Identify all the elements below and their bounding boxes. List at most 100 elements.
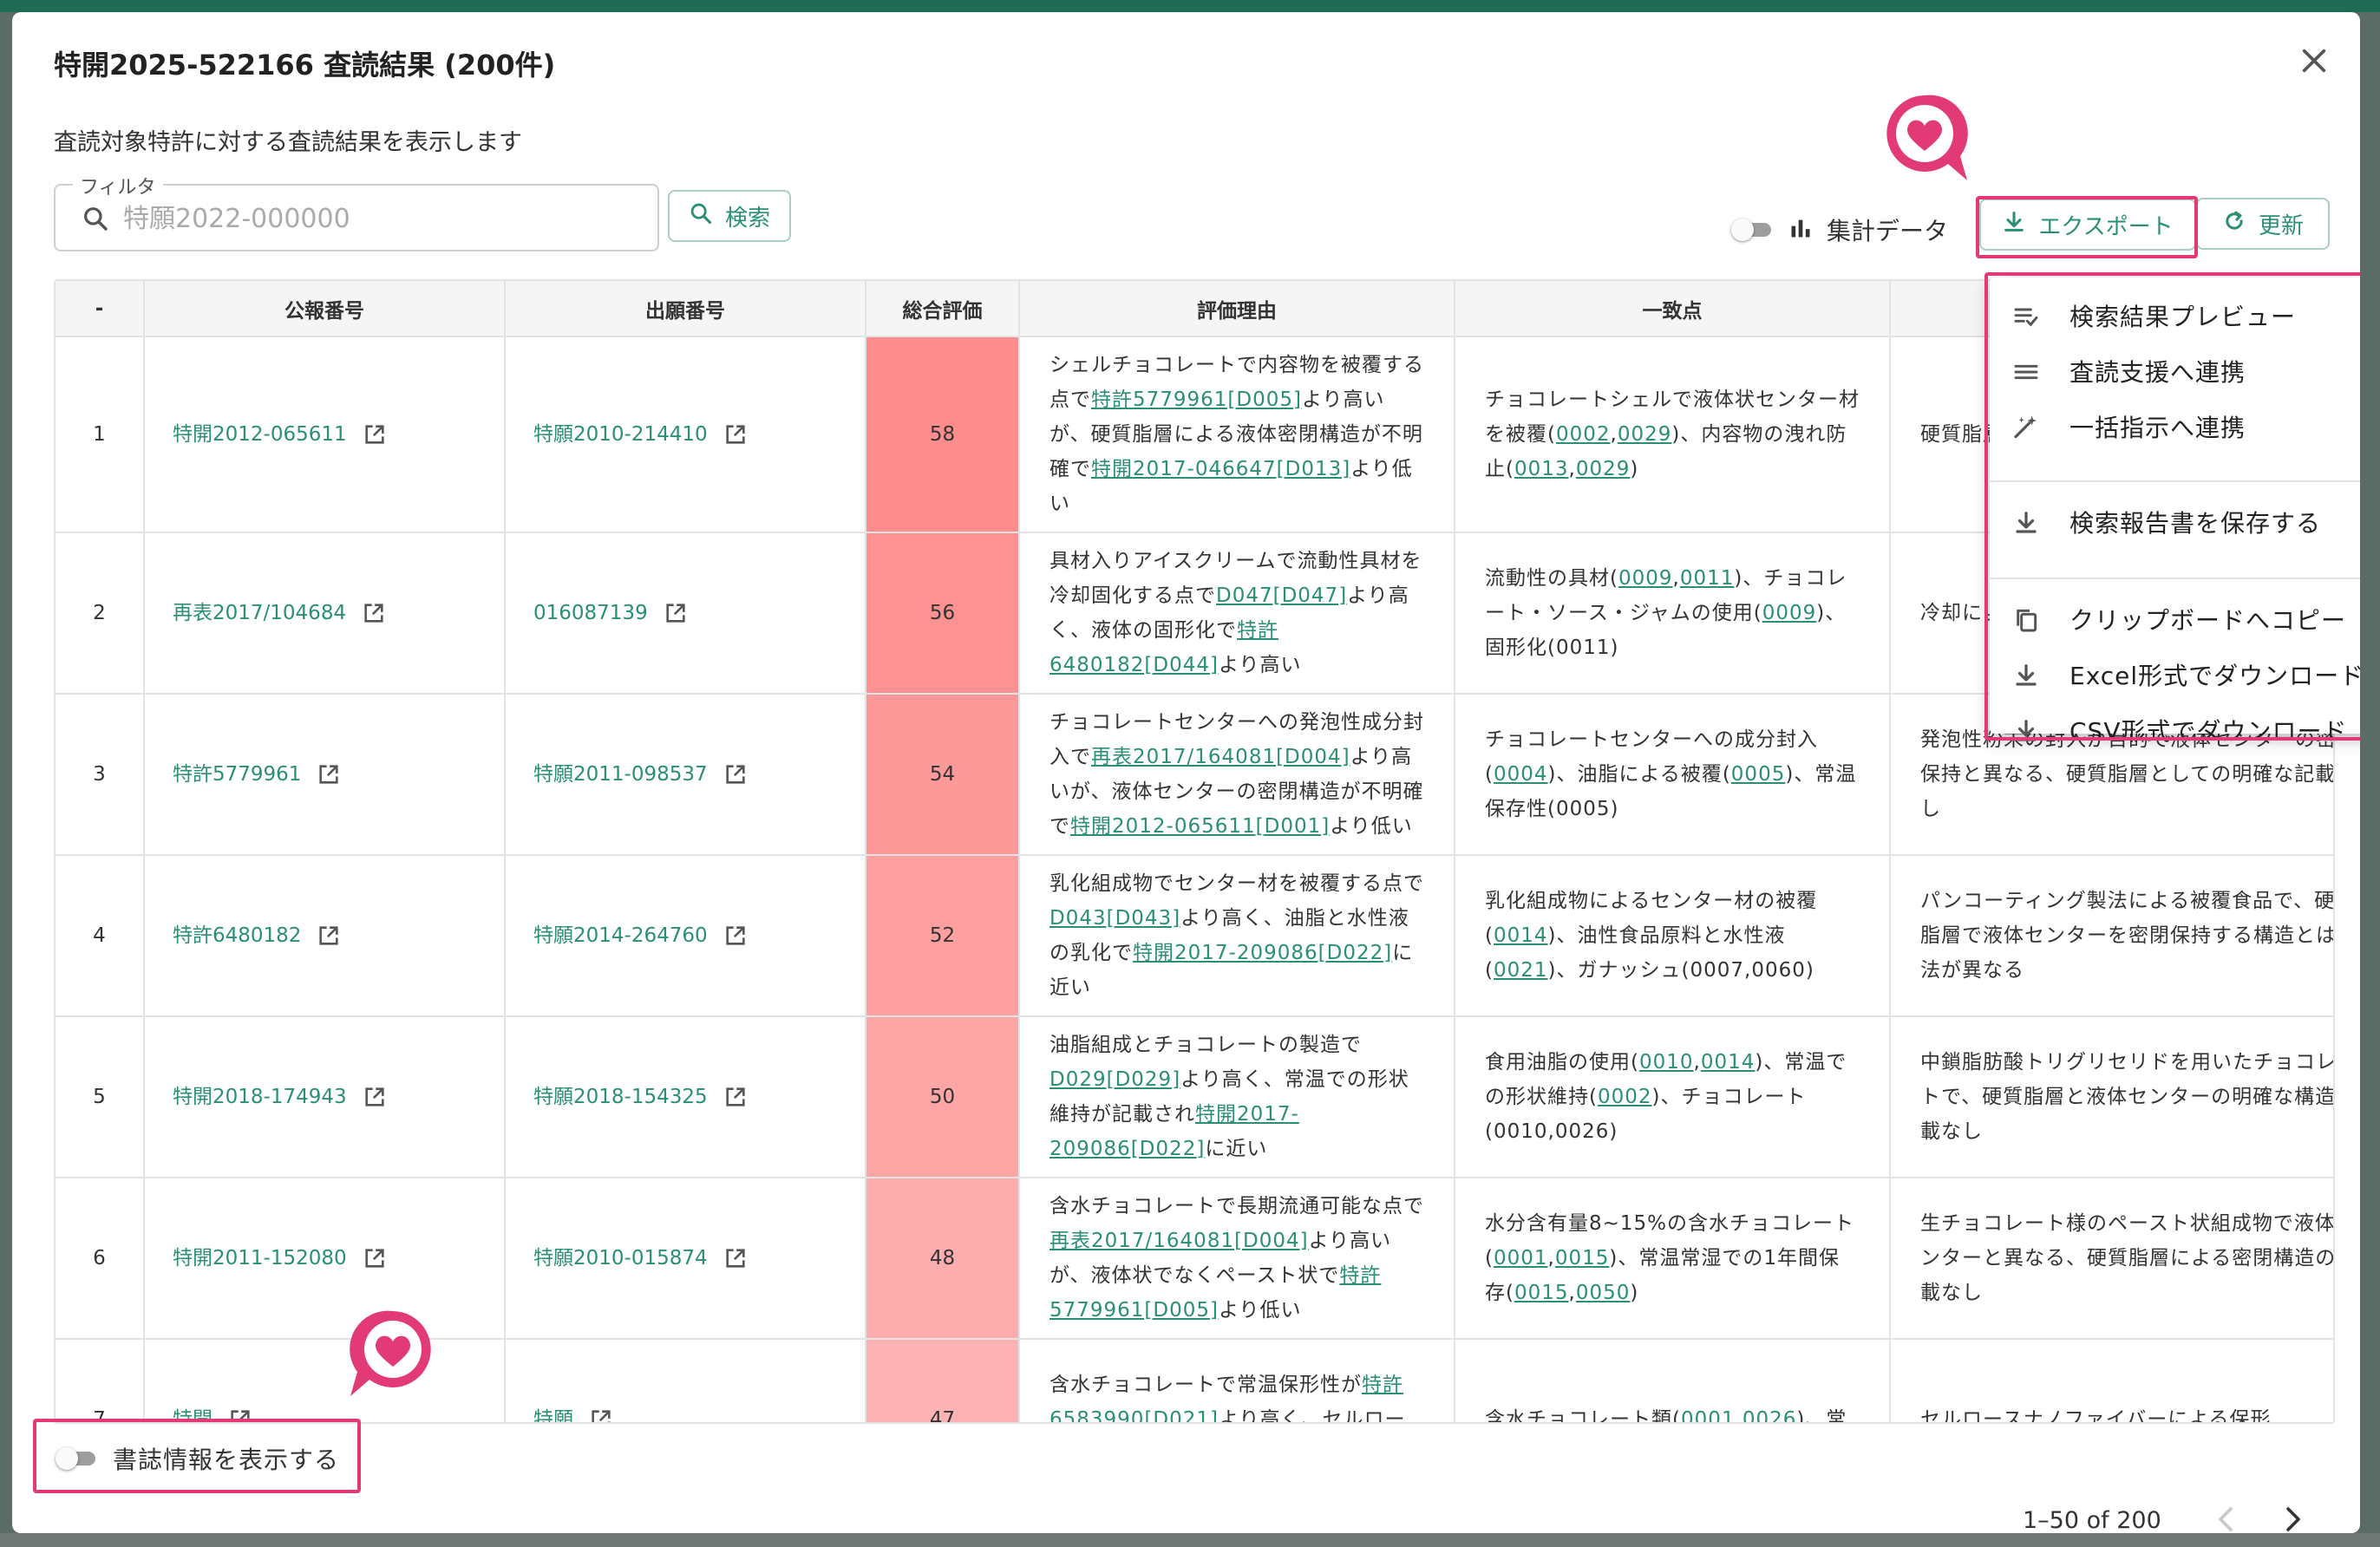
score-cell: 52 xyxy=(866,855,1020,1017)
row-index: 4 xyxy=(56,855,145,1017)
pub-number-link[interactable]: 特開 xyxy=(173,1402,252,1422)
reason-ref-link[interactable]: 特許5779961[D005] xyxy=(1091,388,1302,411)
reason-ref-link[interactable]: 特開2012-065611[D001] xyxy=(1070,815,1330,838)
paragraph-ref-link[interactable]: 0005 xyxy=(1731,763,1786,786)
paragraph-ref-link[interactable]: 0021 xyxy=(1494,959,1548,982)
pub-number-text: 特許5779961 xyxy=(173,763,302,786)
paragraph-ref-link[interactable]: 0001 xyxy=(1681,1408,1736,1422)
menu-item-search-preview[interactable]: 検索結果プレビュー xyxy=(1990,288,2360,343)
paragraph-ref-link[interactable]: 0014 xyxy=(1494,924,1548,947)
pub-number-link[interactable]: 特許6480182 xyxy=(173,918,341,953)
pagination-range: 1–50 of 200 xyxy=(2023,1507,2161,1533)
match-text: 含水チョコレート類( xyxy=(1485,1408,1681,1424)
reason-cell: 含水チョコレートで常温保形性が特許6583990[D021]より高く、セルロース xyxy=(1019,1339,1455,1422)
paragraph-ref-link[interactable]: 0013 xyxy=(1514,458,1569,480)
menu-item-csv-download[interactable]: CSV形式でダウンロード xyxy=(1990,702,2360,758)
filter-field[interactable]: フィルタ xyxy=(54,172,659,251)
paragraph-ref-link[interactable]: 0001 xyxy=(1494,1247,1548,1270)
difference-cell: 中鎖脂肪酸トリグリセリドを用いたチョコレートで、硬質脂層と液体センターの明確な構… xyxy=(1890,1016,2333,1178)
paragraph-ref-link[interactable]: 0026 xyxy=(1742,1408,1797,1422)
menu-item-copy-clipboard[interactable]: クリップボードへコピー xyxy=(1990,591,2360,647)
aggregate-switch[interactable] xyxy=(1731,217,1778,243)
reason-ref-link[interactable]: 再表2017/164081[D004] xyxy=(1049,1230,1309,1252)
app-number-cell: 特願2014-264760 xyxy=(505,855,866,1017)
app-number-link[interactable]: 特願2014-264760 xyxy=(533,918,748,953)
menu-item-label: クリップボードへコピー xyxy=(2069,606,2347,635)
close-icon[interactable] xyxy=(2290,36,2338,85)
menu-item-save-report[interactable]: 検索報告書を保存する xyxy=(1990,494,2360,550)
pub-number-link[interactable]: 特開2018-174943 xyxy=(173,1080,387,1114)
match-cell: 水分含有量8~15%の含水チョコレート(0001,0015)、常温常湿での1年間… xyxy=(1455,1178,1891,1340)
menu-item-bulk-instruction[interactable]: 一括指示へ連携 xyxy=(1990,399,2360,454)
heart-callout-icon xyxy=(1886,95,1968,180)
reason-text: 含水チョコレートで常温保形性が xyxy=(1049,1374,1362,1396)
app-number-link[interactable]: 特願 xyxy=(533,1402,613,1422)
paragraph-ref-link[interactable]: 0010 xyxy=(1639,1051,1694,1074)
header-app-number[interactable]: 出願番号 xyxy=(505,281,866,337)
app-number-text: 特願2018-154325 xyxy=(533,1086,708,1108)
paragraph-ref-link[interactable]: 0029 xyxy=(1576,458,1631,480)
aggregate-toggle[interactable]: 集計データ xyxy=(1731,212,1948,247)
menu-item-label: 検索報告書を保存する xyxy=(2069,509,2322,538)
paragraph-ref-link[interactable]: 0029 xyxy=(1618,423,1672,446)
match-cell: 食用油脂の使用(0010,0014)、常温での形状維持(0002)、チョコレート… xyxy=(1455,1016,1891,1178)
prev-page-button[interactable] xyxy=(2208,1500,2243,1533)
app-number-link[interactable]: 特願2010-214410 xyxy=(533,417,748,452)
difference-cell: パンコーティング製法による被覆食品で、硬質脂層で液体センターを密閉保持する構造と… xyxy=(1890,855,2333,1017)
paragraph-ref-link[interactable]: 0015 xyxy=(1555,1247,1610,1270)
open-external-icon xyxy=(365,425,384,444)
pub-number-text: 特開2011-152080 xyxy=(173,1247,347,1270)
paragraph-ref-link[interactable]: 0002 xyxy=(1598,1086,1652,1108)
reason-ref-link[interactable]: 特開2017-046647[D013] xyxy=(1091,458,1350,480)
refresh-button-label: 更新 xyxy=(2258,212,2304,239)
menu-item-review-support[interactable]: 査読支援へ連携 xyxy=(1990,343,2360,399)
filter-input[interactable] xyxy=(123,196,644,241)
header-index[interactable]: - xyxy=(56,281,145,337)
reason-ref-link[interactable]: D029[D029] xyxy=(1049,1068,1180,1091)
pub-number-cell: 特開 xyxy=(144,1339,506,1422)
reason-text: に近い xyxy=(1205,1138,1268,1160)
header-match-points[interactable]: 一致点 xyxy=(1455,281,1891,337)
paragraph-ref-link[interactable]: 0011 xyxy=(1680,567,1735,590)
reason-ref-link[interactable]: D047[D047] xyxy=(1216,584,1347,607)
paragraph-ref-link[interactable]: 0009 xyxy=(1762,602,1817,624)
app-number-link[interactable]: 特願2010-015874 xyxy=(533,1241,748,1276)
next-page-button[interactable] xyxy=(2276,1500,2311,1533)
row-index: 5 xyxy=(56,1016,145,1178)
pub-number-link[interactable]: 特開2012-065611 xyxy=(173,417,387,452)
menu-item-excel-download[interactable]: Excel形式でダウンロード xyxy=(1990,647,2360,702)
paragraph-ref-link[interactable]: 0002 xyxy=(1556,423,1611,446)
reason-ref-link[interactable]: 特開2017-209086[D022] xyxy=(1133,942,1392,964)
header-score[interactable]: 総合評価 xyxy=(866,281,1020,337)
paragraph-ref-link[interactable]: 0015 xyxy=(1514,1282,1569,1304)
aggregate-label: 集計データ xyxy=(1827,217,1949,245)
pub-number-text: 特開2012-065611 xyxy=(173,423,347,446)
paragraph-ref-link[interactable]: 0009 xyxy=(1618,567,1673,590)
paragraph-ref-link[interactable]: 0050 xyxy=(1576,1282,1631,1304)
reason-ref-link[interactable]: 再表2017/164081[D004] xyxy=(1091,746,1350,768)
app-number-link[interactable]: 特願2011-098537 xyxy=(533,757,748,792)
biblio-toggle[interactable]: 書誌情報を表示する xyxy=(56,1441,339,1476)
pub-number-link[interactable]: 特許5779961 xyxy=(173,757,341,792)
pub-number-text: 特許6480182 xyxy=(173,924,302,947)
paragraph-ref-link[interactable]: 0014 xyxy=(1701,1051,1756,1074)
difference-cell: セルロースナノファイバーによる保形 xyxy=(1890,1339,2333,1422)
open-external-icon xyxy=(726,1087,745,1106)
header-reason[interactable]: 評価理由 xyxy=(1019,281,1455,337)
paragraph-ref-link[interactable]: 0004 xyxy=(1494,763,1548,786)
bar-chart-icon xyxy=(1788,215,1813,245)
pub-number-link[interactable]: 特開2011-152080 xyxy=(173,1241,387,1276)
table-row: 4 特許6480182 特願2014-264760 52 乳化組成物でセンター材… xyxy=(56,855,2333,1017)
magic-wand-icon xyxy=(2011,412,2042,443)
export-button[interactable]: エクスポート xyxy=(1979,199,2196,251)
app-number-link[interactable]: 016087139 xyxy=(533,596,688,630)
reason-ref-link[interactable]: D043[D043] xyxy=(1049,907,1180,930)
refresh-button[interactable]: 更新 xyxy=(2196,198,2330,250)
copy-icon xyxy=(2011,604,2042,636)
biblio-switch[interactable] xyxy=(56,1446,102,1472)
app-number-link[interactable]: 特願2018-154325 xyxy=(533,1080,748,1114)
download-icon xyxy=(2011,715,2042,747)
search-button[interactable]: 検索 xyxy=(668,190,791,242)
pub-number-link[interactable]: 再表2017/104684 xyxy=(173,596,386,630)
header-pub-number[interactable]: 公報番号 xyxy=(144,281,506,337)
